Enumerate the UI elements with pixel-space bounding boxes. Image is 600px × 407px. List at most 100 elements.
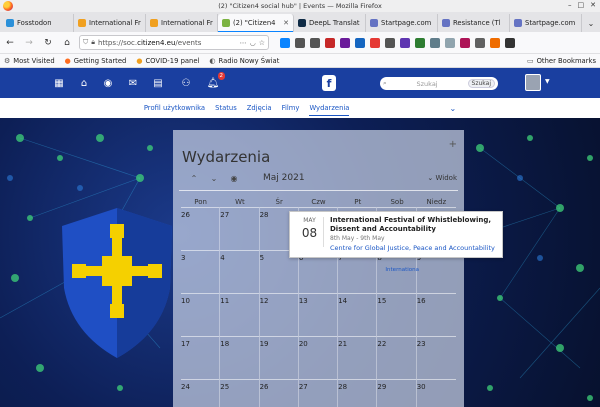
calendar-day-cell[interactable]: 3	[181, 250, 221, 293]
close-tab-icon[interactable]: ✕	[283, 19, 289, 27]
calendar-day-cell[interactable]: 19	[259, 336, 299, 379]
chevron-down-icon[interactable]: ⌄	[207, 174, 221, 183]
subnav-photos[interactable]: Zdjęcia	[247, 101, 272, 115]
shield-icon[interactable]: ⛉	[83, 38, 88, 47]
page-actions-icon[interactable]: ⋯	[240, 39, 247, 47]
forward-arrow-icon[interactable]: →	[22, 36, 36, 50]
apps-grid-icon[interactable]: ▦	[52, 76, 66, 90]
calendar-day-cell[interactable]: 21	[338, 336, 378, 379]
subnav-status[interactable]: Status	[215, 101, 237, 115]
event-organizer-link[interactable]: Centre for Global Justice, Peace and Acc…	[330, 244, 495, 252]
ext-orange-icon[interactable]	[490, 37, 500, 48]
day-number: 14	[338, 297, 348, 305]
search-button[interactable]: Szukaj	[467, 79, 495, 88]
lock-icon[interactable]: 🔒︎	[91, 38, 95, 47]
calendar-day-cell[interactable]: 15	[377, 293, 417, 336]
calendar-icon[interactable]: ▤	[151, 76, 165, 90]
browser-tab[interactable]: International Fr	[146, 14, 218, 32]
calendar-day-cell[interactable]: 26	[181, 207, 221, 250]
maximize-button[interactable]: □	[578, 1, 585, 9]
calendar-day-cell[interactable]: 30	[416, 379, 456, 407]
back-arrow-icon[interactable]: ←	[3, 36, 17, 50]
weekday-label: Czw	[311, 198, 326, 206]
ext-gray-icon[interactable]	[430, 37, 440, 48]
site-logo[interactable]: f	[322, 75, 336, 91]
calendar-day-cell[interactable]: 24	[181, 379, 221, 407]
calendar-day-cell[interactable]: 16	[416, 293, 456, 336]
chevron-up-icon[interactable]: ⌃	[187, 174, 201, 183]
browser-tab[interactable]: International Fr	[74, 14, 146, 32]
subnav-videos[interactable]: Filmy	[282, 101, 300, 115]
calendar-day-cell[interactable]: 14	[338, 293, 378, 336]
browser-tab[interactable]: Startpage.com	[366, 14, 438, 32]
view-dropdown[interactable]: ⌄ Widok	[427, 174, 457, 182]
calendar-day-cell[interactable]: 20	[298, 336, 339, 379]
event-popover[interactable]: MAY 08 International Festival of Whistle…	[289, 211, 503, 258]
calendar-day-cell[interactable]: 12	[259, 293, 299, 336]
browser-tab[interactable]: Fosstodon	[2, 14, 74, 32]
ext-purple-icon[interactable]	[400, 37, 410, 48]
other-bookmarks[interactable]: ▭ Other Bookmarks	[527, 57, 596, 65]
download-icon[interactable]	[280, 37, 290, 48]
calendar-event-chip[interactable]: Internationa	[385, 267, 419, 273]
browser-tab[interactable]: (2) "Citizen4 ✕	[218, 14, 294, 32]
avatar[interactable]	[525, 74, 541, 91]
add-event-button[interactable]: +	[449, 139, 457, 150]
home-icon[interactable]: ⌂	[77, 76, 91, 90]
list-all-tabs-button[interactable]: ⌄	[582, 14, 600, 32]
contacts-icon[interactable]: ⚇	[179, 76, 193, 90]
today-icon[interactable]: ◉	[227, 174, 241, 183]
reload-icon[interactable]: ↻	[41, 36, 55, 50]
url-text[interactable]: https://soc.citizen4.eu/events	[98, 39, 237, 47]
network-icon[interactable]: ◉	[101, 76, 115, 90]
search-input[interactable]: Szukaj	[390, 80, 465, 88]
library-icon[interactable]	[295, 37, 305, 48]
calendar-day-cell[interactable]: 18	[220, 336, 260, 379]
browser-tab[interactable]: DeepL Translat	[294, 14, 366, 32]
pocket-icon[interactable]: ◡	[250, 39, 256, 47]
bookmark-most-visited[interactable]: ⚙ Most Visited	[4, 57, 55, 65]
ext-pink-icon[interactable]	[460, 37, 470, 48]
home-icon[interactable]: ⌂	[60, 36, 74, 50]
ext-red-icon[interactable]	[370, 37, 380, 48]
event-title[interactable]: International Festival of Whistleblowing…	[330, 216, 500, 234]
calendar-day-cell[interactable]: 29	[377, 379, 417, 407]
bookmark-getting-started[interactable]: ● Getting Started	[65, 57, 127, 65]
weekday-label: Niedz	[426, 198, 447, 206]
chevron-down-icon[interactable]: ▼	[545, 78, 550, 85]
calendar-day-cell[interactable]: 26	[259, 379, 299, 407]
bookmark-star-icon[interactable]: ☆	[259, 39, 265, 47]
ext-green-icon[interactable]	[415, 37, 425, 48]
calendar-day-cell[interactable]: 25	[220, 379, 260, 407]
subnav-events[interactable]: Wydarzenia	[309, 101, 350, 116]
calendar-day-cell[interactable]: 27	[298, 379, 339, 407]
vpn-icon[interactable]	[340, 37, 350, 48]
mail-icon[interactable]: ✉	[126, 76, 140, 90]
calendar-day-cell[interactable]: 11	[220, 293, 260, 336]
browser-tab[interactable]: Startpage.com	[510, 14, 582, 32]
close-window-button[interactable]: ✕	[590, 1, 596, 9]
subnav-profile[interactable]: Profil użytkownika	[144, 101, 205, 115]
pencil-icon[interactable]	[385, 37, 395, 48]
calendar-day-cell[interactable]: 28	[338, 379, 378, 407]
calendar-day-cell[interactable]: 23	[416, 336, 456, 379]
minimize-button[interactable]: –	[568, 1, 572, 9]
calendar-day-cell[interactable]: 13	[298, 293, 339, 336]
ext-gray2-icon[interactable]	[445, 37, 455, 48]
bookmark-radio-nowy-swiat[interactable]: ◐ Radio Nowy Świat	[209, 57, 279, 65]
calendar-day-cell[interactable]: 27	[220, 207, 260, 250]
url-bar[interactable]: ⛉ 🔒︎ https://soc.citizen4.eu/events ⋯ ◡ …	[79, 35, 269, 50]
ext-slash-icon[interactable]	[475, 37, 485, 48]
calendar-day-cell[interactable]: 10	[181, 293, 221, 336]
calendar-day-cell[interactable]: 4	[220, 250, 260, 293]
calendar-day-cell[interactable]: 17	[181, 336, 221, 379]
bookmark-covid-panel[interactable]: ● COVID-19 panel	[136, 57, 199, 65]
sidebar-icon[interactable]	[310, 37, 320, 48]
menu-icon[interactable]	[505, 37, 515, 48]
chevron-down-icon[interactable]: ⌄	[449, 104, 456, 113]
ext-blue-icon[interactable]	[355, 37, 365, 48]
calendar-day-cell[interactable]: 22	[377, 336, 417, 379]
ublock-icon[interactable]	[325, 37, 335, 48]
bell-icon[interactable]: 🔔︎ 2	[206, 72, 225, 90]
browser-tab[interactable]: Resistance (Tl	[438, 14, 510, 32]
